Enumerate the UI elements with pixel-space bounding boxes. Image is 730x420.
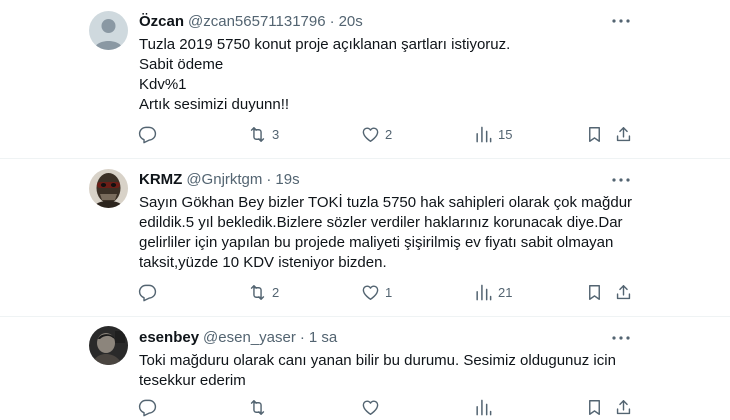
bookmark-icon xyxy=(589,284,600,300)
tweet-text-line: Kdv%1 xyxy=(139,76,187,93)
reply-icon xyxy=(138,126,157,143)
share-icon xyxy=(616,126,631,141)
view-count: 21 xyxy=(498,284,513,300)
separator: · xyxy=(266,170,272,188)
retweet-icon xyxy=(250,126,265,142)
views-button[interactable]: 21 xyxy=(474,282,512,302)
user-handle[interactable]: @zcan56571131796 xyxy=(188,13,326,30)
bookmark-button[interactable] xyxy=(585,124,604,144)
tweet-text-line: edildik.5 yıl bekledik.Bizlere sözler ve… xyxy=(139,214,623,231)
views-icon xyxy=(476,284,492,300)
avatar[interactable] xyxy=(89,169,128,208)
tweet-header: Özcan @zcan56571131796 · 20s xyxy=(139,11,363,31)
user-name[interactable]: Özcan xyxy=(139,13,184,30)
tweet-text: Sayın Gökhan Bey bizler TOKİ tuzla 5750 … xyxy=(139,193,639,273)
separator: · xyxy=(329,12,335,30)
tweet-time[interactable]: 19s xyxy=(275,171,299,188)
tweet-actions: 2 1 21 xyxy=(0,282,730,302)
tweet-time[interactable]: 20s xyxy=(339,13,363,30)
retweet-button[interactable] xyxy=(248,397,272,417)
user-name[interactable]: KRMZ xyxy=(139,171,182,188)
tweet-text-line: Toki mağduru olarak canı yanan bilir bu … xyxy=(139,352,616,369)
tweet-text-line: Sayın Gökhan Bey bizler TOKİ tuzla 5750 … xyxy=(139,194,633,211)
views-icon xyxy=(476,399,492,415)
share-icon xyxy=(616,284,631,299)
retweet-icon xyxy=(250,284,265,300)
tweet[interactable]: esenbey @esen_yaser · 1 sa Toki mağduru … xyxy=(0,317,730,420)
default-person-icon xyxy=(89,11,128,50)
heart-icon xyxy=(362,284,379,300)
avatar[interactable] xyxy=(89,326,128,365)
tweet-text-line: taksit,yüzde 10 KDV isteniyor bizden. xyxy=(139,254,387,271)
dark-photo-icon xyxy=(89,326,128,365)
more-icon xyxy=(612,178,630,182)
tweet-header: KRMZ @Gnjrktgm · 19s xyxy=(139,169,300,189)
views-button[interactable] xyxy=(474,397,498,417)
retweet-count: 3 xyxy=(272,126,280,142)
heart-icon xyxy=(362,126,379,142)
tweet-text-line: Tuzla 2019 5750 konut proje açıklanan şa… xyxy=(139,36,511,53)
more-button[interactable] xyxy=(612,329,630,347)
more-button[interactable] xyxy=(612,171,630,189)
views-icon xyxy=(476,126,492,142)
tweet-text-line: Artık sesimizi duyunn!! xyxy=(139,96,290,113)
tweet-text-line: gelirliler için yapılan bu projede maliy… xyxy=(139,234,614,251)
reply-icon xyxy=(138,399,157,416)
like-count: 1 xyxy=(385,284,393,300)
bookmark-icon xyxy=(589,399,600,415)
tweet-text-line: tesekkur ederim xyxy=(139,372,246,389)
view-count: 15 xyxy=(498,126,513,142)
like-count: 2 xyxy=(385,126,393,142)
more-button[interactable] xyxy=(612,12,630,30)
share-icon xyxy=(616,399,631,414)
masked-face-icon xyxy=(89,169,128,208)
like-button[interactable]: 1 xyxy=(361,282,392,302)
heart-icon xyxy=(362,399,379,415)
share-button[interactable] xyxy=(614,282,633,302)
like-button[interactable] xyxy=(361,397,385,417)
bookmark-button[interactable] xyxy=(585,282,604,302)
avatar[interactable] xyxy=(89,11,128,50)
tweet-text: Toki mağduru olarak canı yanan bilir bu … xyxy=(139,351,619,391)
separator: · xyxy=(299,328,305,346)
tweet-actions xyxy=(0,397,730,417)
retweet-button[interactable]: 2 xyxy=(248,282,279,302)
reply-button[interactable] xyxy=(138,124,162,144)
reply-button[interactable] xyxy=(138,282,162,302)
user-name[interactable]: esenbey xyxy=(139,329,199,346)
more-icon xyxy=(612,336,630,340)
bookmark-button[interactable] xyxy=(585,397,604,417)
user-handle[interactable]: @esen_yaser xyxy=(203,329,296,346)
reply-icon xyxy=(138,284,157,301)
tweet[interactable]: KRMZ @Gnjrktgm · 19s Sayın Gökhan Bey bi… xyxy=(0,159,730,316)
views-button[interactable]: 15 xyxy=(474,124,512,144)
share-button[interactable] xyxy=(614,124,633,144)
tweet[interactable]: Özcan @zcan56571131796 · 20s Tuzla 2019 … xyxy=(0,0,730,158)
retweet-button[interactable]: 3 xyxy=(248,124,279,144)
tweet-header: esenbey @esen_yaser · 1 sa xyxy=(139,327,337,347)
retweet-icon xyxy=(250,399,265,415)
retweet-count: 2 xyxy=(272,284,280,300)
more-icon xyxy=(612,19,630,23)
like-button[interactable]: 2 xyxy=(361,124,392,144)
bookmark-icon xyxy=(589,126,600,142)
user-handle[interactable]: @Gnjrktgm xyxy=(186,171,262,188)
tweet-time[interactable]: 1 sa xyxy=(309,329,337,346)
tweet-text-line: Sabit ödeme xyxy=(139,56,224,73)
reply-button[interactable] xyxy=(138,397,162,417)
tweet-text: Tuzla 2019 5750 konut proje açıklanan şa… xyxy=(139,35,510,115)
tweet-actions: 3 2 15 xyxy=(0,124,730,144)
share-button[interactable] xyxy=(614,397,633,417)
